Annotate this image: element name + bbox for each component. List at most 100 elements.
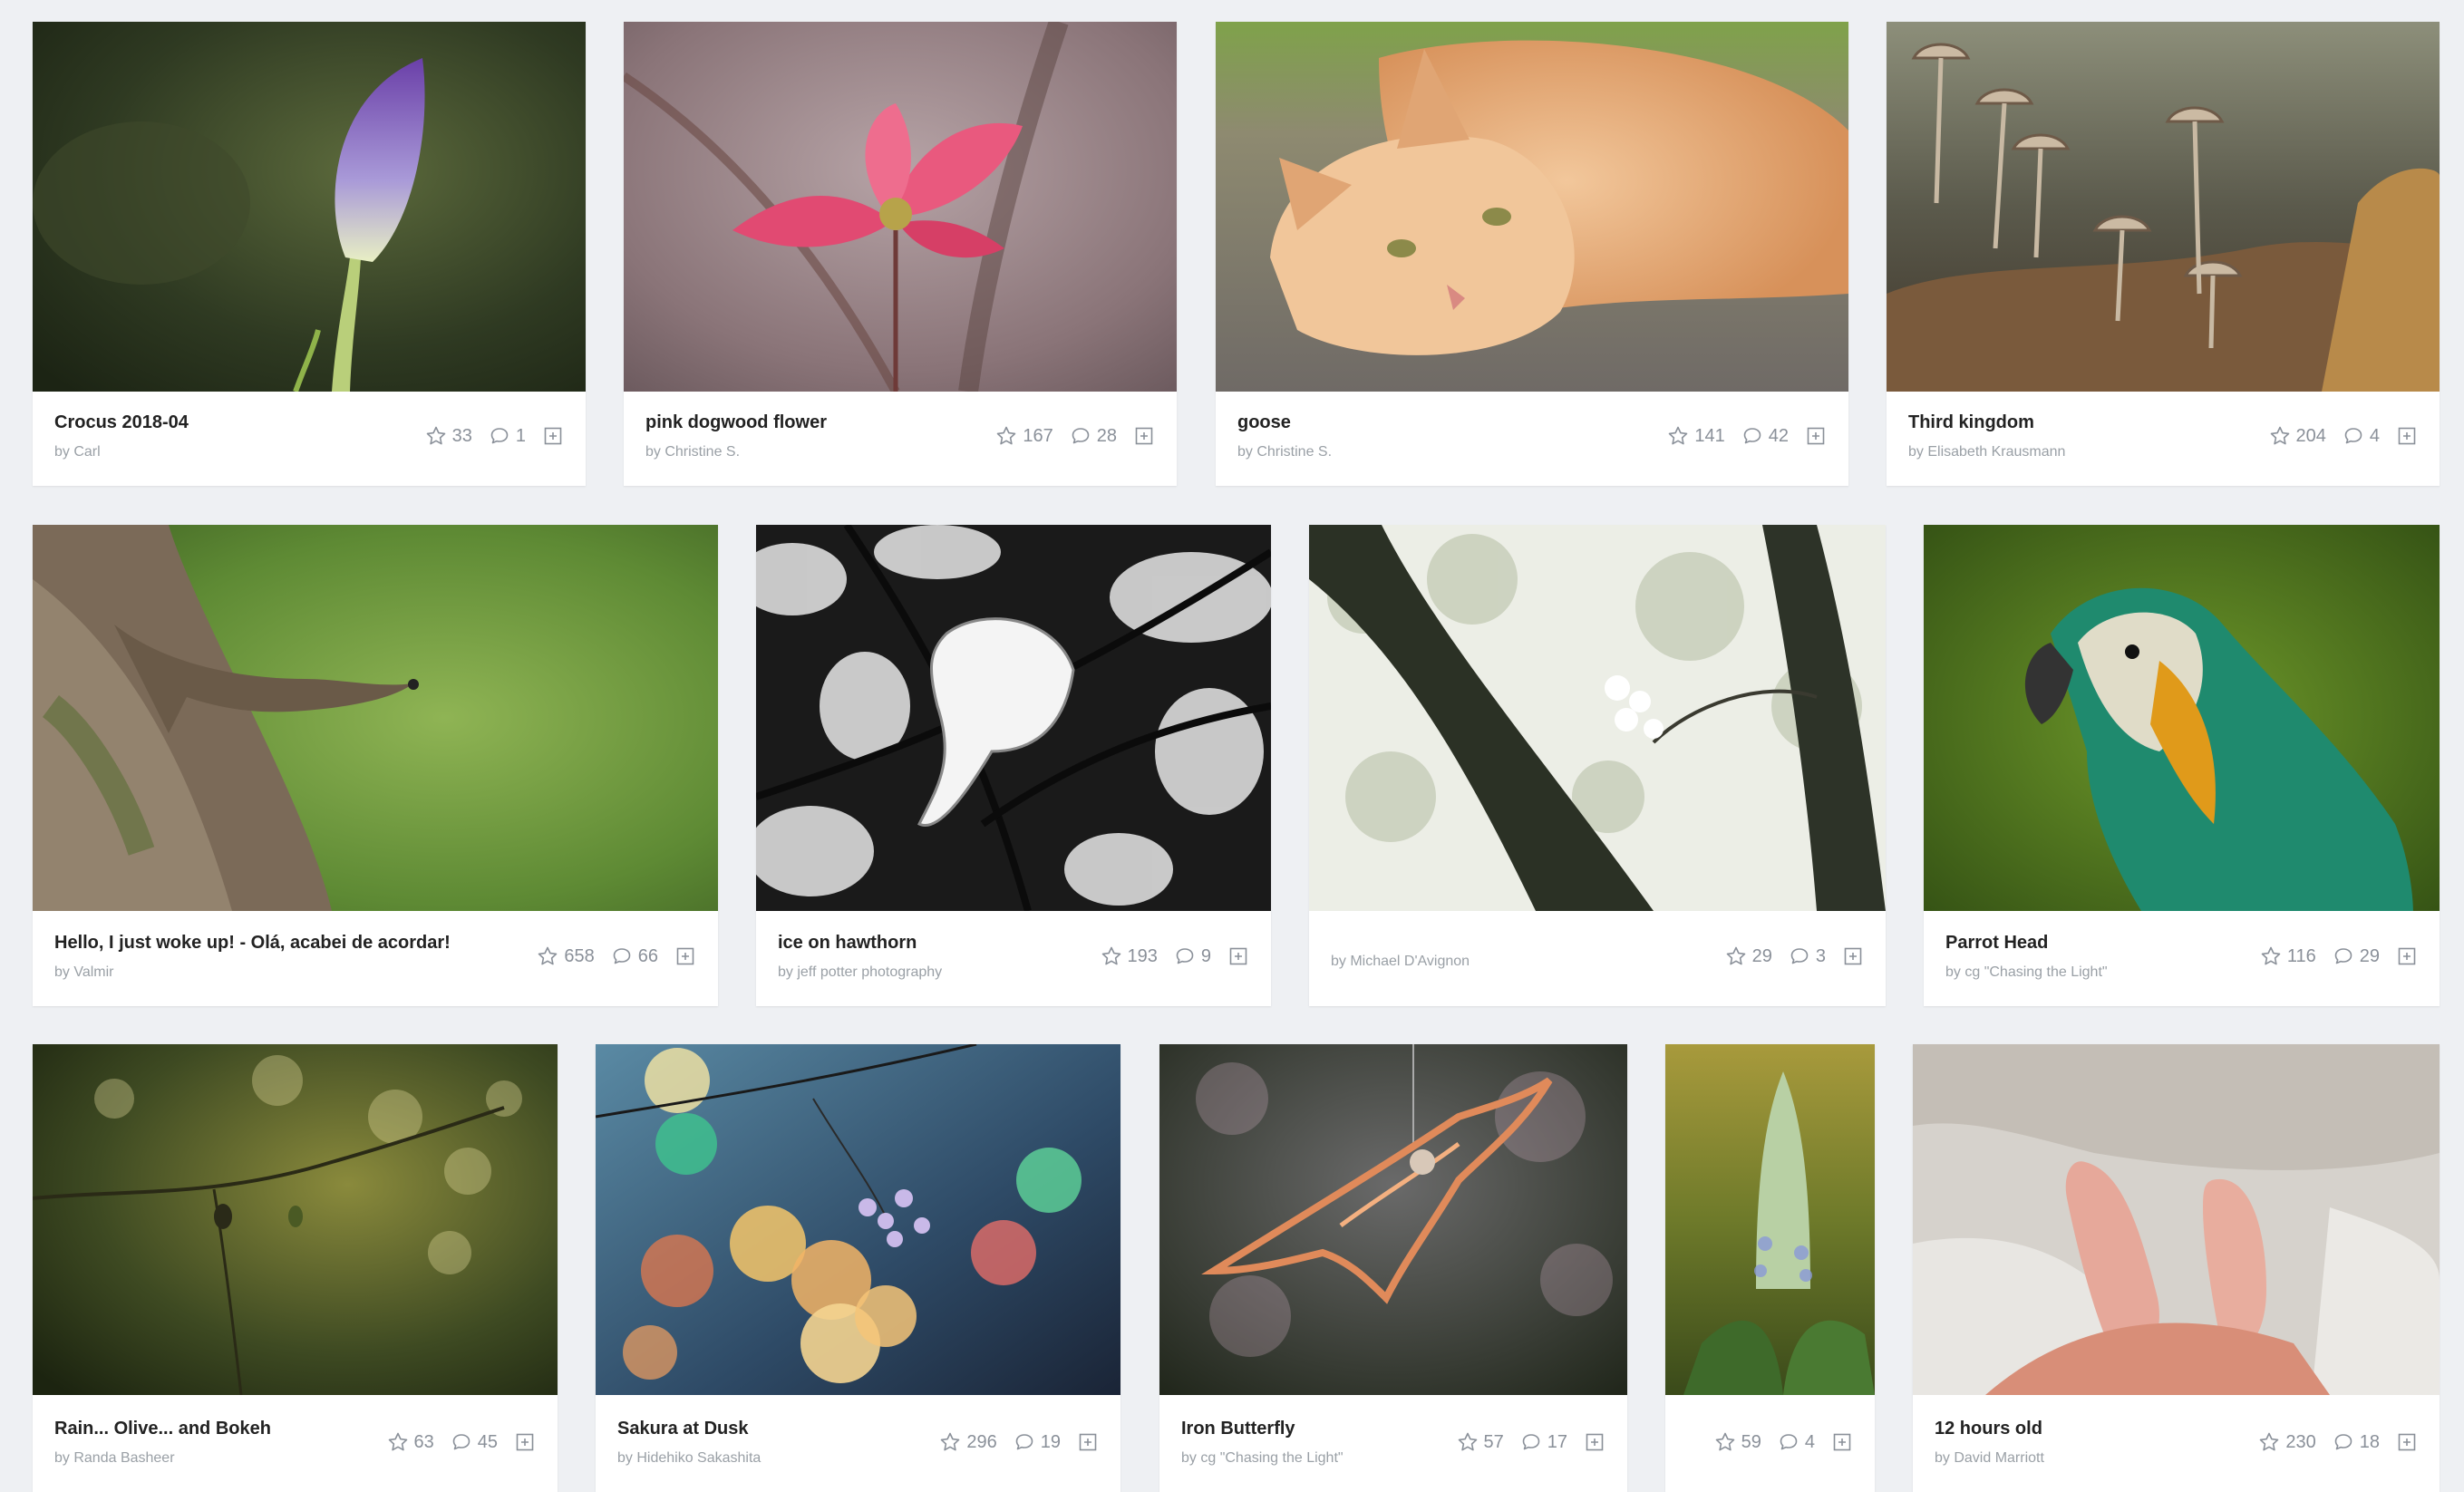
like-button[interactable]: 59 bbox=[1714, 1431, 1761, 1453]
like-button[interactable]: 57 bbox=[1457, 1431, 1504, 1453]
add-to-gallery-button[interactable] bbox=[542, 425, 564, 447]
photo-card[interactable]: Sakura at Dusk by Hidehiko Sakashita 296… bbox=[596, 1044, 1120, 1492]
comment-button[interactable]: 45 bbox=[451, 1431, 498, 1453]
add-to-gallery-button[interactable] bbox=[1133, 425, 1155, 447]
photo-card[interactable]: Iron Butterfly by cg "Chasing the Light"… bbox=[1159, 1044, 1627, 1492]
like-count: 167 bbox=[1023, 425, 1053, 446]
photo-image[interactable] bbox=[1887, 22, 2440, 392]
photo-image[interactable] bbox=[1913, 1044, 2440, 1395]
photo-image[interactable] bbox=[1924, 525, 2440, 911]
photo-image[interactable] bbox=[33, 1044, 558, 1395]
photo-image[interactable] bbox=[1665, 1044, 1875, 1395]
photo-card[interactable]: Rain... Olive... and Bokeh by Randa Bash… bbox=[33, 1044, 558, 1492]
photo-author[interactable]: by David Marriott bbox=[1935, 1450, 2044, 1467]
photo-title[interactable]: 12 hours old bbox=[1935, 1419, 2042, 1439]
photo-caption: Third kingdom by Elisabeth Krausmann 204… bbox=[1887, 391, 2440, 486]
comment-button[interactable]: 18 bbox=[2333, 1431, 2380, 1453]
photo-caption: Sakura at Dusk by Hidehiko Sakashita 296… bbox=[596, 1397, 1120, 1492]
photo-author[interactable]: by Christine S. bbox=[645, 444, 740, 460]
photo-title[interactable]: pink dogwood flower bbox=[645, 412, 827, 433]
photo-card[interactable]: Crocus 2018-04 by Carl 33 1 bbox=[33, 22, 586, 486]
photo-card[interactable]: by Michael D'Avignon 29 3 bbox=[1309, 525, 1886, 1006]
photo-image[interactable] bbox=[756, 525, 1271, 911]
photo-image[interactable] bbox=[33, 525, 718, 911]
photo-image[interactable] bbox=[596, 1044, 1120, 1395]
photo-title[interactable]: ice on hawthorn bbox=[778, 933, 917, 954]
photo-image[interactable] bbox=[33, 22, 586, 392]
photo-author[interactable]: by Hidehiko Sakashita bbox=[617, 1450, 761, 1467]
add-to-gallery-button[interactable] bbox=[1842, 945, 1864, 967]
photo-author[interactable]: by jeff potter photography bbox=[778, 964, 942, 981]
add-to-gallery-button[interactable] bbox=[1831, 1431, 1853, 1453]
photo-author[interactable]: by Elisabeth Krausmann bbox=[1908, 444, 2065, 460]
comment-button[interactable]: 4 bbox=[2343, 425, 2380, 447]
photo-image[interactable] bbox=[1216, 22, 1848, 392]
photo-author[interactable]: by cg "Chasing the Light" bbox=[1181, 1450, 1344, 1467]
like-button[interactable]: 116 bbox=[2260, 945, 2316, 967]
add-to-gallery-button[interactable] bbox=[514, 1431, 536, 1453]
like-button[interactable]: 29 bbox=[1725, 945, 1772, 967]
like-button[interactable]: 230 bbox=[2258, 1431, 2316, 1453]
photo-card[interactable]: 12 hours old by David Marriott 230 18 bbox=[1913, 1044, 2440, 1492]
photo-title[interactable]: Third kingdom bbox=[1908, 412, 2034, 433]
photo-author[interactable]: by Valmir bbox=[54, 964, 114, 981]
photo-author[interactable]: by Carl bbox=[54, 444, 101, 460]
like-count: 59 bbox=[1741, 1431, 1761, 1452]
like-button[interactable]: 296 bbox=[939, 1431, 997, 1453]
like-count: 204 bbox=[2295, 425, 2326, 446]
photo-image[interactable] bbox=[624, 22, 1177, 392]
comment-button[interactable]: 9 bbox=[1174, 945, 1211, 967]
like-button[interactable]: 204 bbox=[2269, 425, 2326, 447]
comment-count: 66 bbox=[637, 945, 658, 966]
comment-button[interactable]: 17 bbox=[1520, 1431, 1567, 1453]
like-button[interactable]: 63 bbox=[387, 1431, 434, 1453]
photo-card[interactable]: goose by Christine S. 141 42 bbox=[1216, 22, 1848, 486]
like-count: 296 bbox=[966, 1431, 997, 1452]
cat-photo bbox=[1216, 22, 1848, 392]
like-button[interactable]: 141 bbox=[1667, 425, 1725, 447]
photo-author[interactable]: by Michael D'Avignon bbox=[1331, 954, 1470, 970]
plus-square-icon bbox=[1586, 1433, 1604, 1451]
photo-author[interactable]: by cg "Chasing the Light" bbox=[1945, 964, 2108, 981]
photo-author[interactable]: by Christine S. bbox=[1237, 444, 1332, 460]
comment-button[interactable]: 28 bbox=[1070, 425, 1117, 447]
speech-bubble-icon bbox=[490, 428, 509, 444]
comment-button[interactable]: 66 bbox=[611, 945, 658, 967]
photo-card[interactable]: 59 4 bbox=[1665, 1044, 1875, 1492]
photo-title[interactable]: Sakura at Dusk bbox=[617, 1419, 749, 1439]
like-button[interactable]: 658 bbox=[537, 945, 595, 967]
comment-button[interactable]: 3 bbox=[1789, 945, 1826, 967]
comment-button[interactable]: 29 bbox=[2333, 945, 2380, 967]
photo-title[interactable]: Parrot Head bbox=[1945, 933, 2048, 954]
photo-title[interactable]: Rain... Olive... and Bokeh bbox=[54, 1419, 271, 1439]
photo-title[interactable]: Iron Butterfly bbox=[1181, 1419, 1295, 1439]
add-to-gallery-button[interactable] bbox=[1584, 1431, 1605, 1453]
comment-button[interactable]: 42 bbox=[1741, 425, 1789, 447]
photo-image[interactable] bbox=[1309, 525, 1886, 911]
comment-button[interactable]: 1 bbox=[489, 425, 526, 447]
comment-button[interactable]: 4 bbox=[1778, 1431, 1815, 1453]
photo-title[interactable]: Hello, I just woke up! - Olá, acabei de … bbox=[54, 933, 451, 954]
photo-title[interactable]: goose bbox=[1237, 412, 1291, 433]
add-to-gallery-button[interactable] bbox=[2396, 1431, 2418, 1453]
photo-image[interactable] bbox=[1159, 1044, 1627, 1395]
like-button[interactable]: 33 bbox=[425, 425, 472, 447]
photo-title[interactable]: Crocus 2018-04 bbox=[54, 412, 189, 433]
add-to-gallery-button[interactable] bbox=[2396, 425, 2418, 447]
photo-author[interactable]: by Randa Basheer bbox=[54, 1450, 175, 1467]
like-button[interactable]: 167 bbox=[995, 425, 1053, 447]
photo-card[interactable]: Hello, I just woke up! - Olá, acabei de … bbox=[33, 525, 718, 1006]
photo-card[interactable]: pink dogwood flower by Christine S. 167 … bbox=[624, 22, 1177, 486]
add-to-gallery-button[interactable] bbox=[674, 945, 696, 967]
add-to-gallery-button[interactable] bbox=[1077, 1431, 1099, 1453]
like-button[interactable]: 193 bbox=[1101, 945, 1158, 967]
photo-card[interactable]: Parrot Head by cg "Chasing the Light" 11… bbox=[1924, 525, 2440, 1006]
add-to-gallery-button[interactable] bbox=[1227, 945, 1249, 967]
add-to-gallery-button[interactable] bbox=[1805, 425, 1827, 447]
comment-button[interactable]: 19 bbox=[1014, 1431, 1061, 1453]
photo-card[interactable]: Third kingdom by Elisabeth Krausmann 204… bbox=[1887, 22, 2440, 486]
photo-card[interactable]: ice on hawthorn by jeff potter photograp… bbox=[756, 525, 1271, 1006]
lupine-photo bbox=[1665, 1044, 1875, 1395]
add-to-gallery-button[interactable] bbox=[2396, 945, 2418, 967]
comment-count: 45 bbox=[477, 1431, 498, 1452]
